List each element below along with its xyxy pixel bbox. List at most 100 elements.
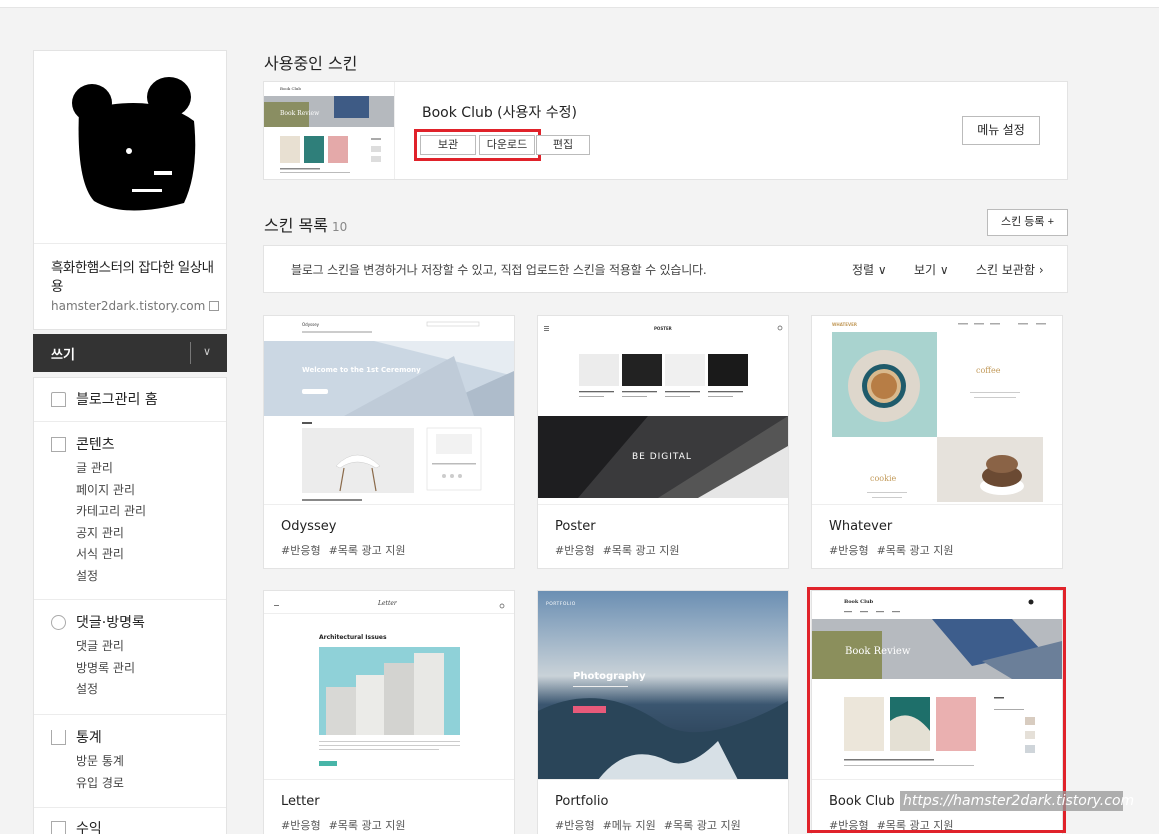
poster-hero: BE DIGITAL <box>632 452 692 462</box>
sidebar-item-categories[interactable]: 카테고리 관리 <box>34 501 226 523</box>
sidebar-item-pages[interactable]: 페이지 관리 <box>34 480 226 502</box>
speech-bubble-icon <box>51 615 66 630</box>
skin-tag: #목록 광고 지원 <box>663 819 741 832</box>
skin-name: Letter <box>281 794 320 809</box>
sidebar-section-contents: 콘텐츠 글 관리 페이지 관리 카테고리 관리 공지 관리 서식 관리 설정 <box>34 422 226 600</box>
sidebar-home-section: 블로그관리 홈 <box>34 378 226 422</box>
skin-card-portfolio[interactable]: PORTFOLIO Photography Portfolio #반응형 #메뉴 … <box>537 590 789 834</box>
skin-list-heading: 스킨 목록 10 <box>264 212 347 236</box>
skin-tag: #목록 광고 지원 <box>876 544 954 557</box>
sidebar-item-revenue[interactable]: 수익 <box>34 816 226 834</box>
avatar[interactable] <box>34 51 226 244</box>
external-link-icon <box>209 301 220 311</box>
skin-tag: #반응형 <box>555 544 595 557</box>
download-button[interactable]: 다운로드 <box>479 135 535 155</box>
thumb-book-review: Book Review <box>280 110 320 117</box>
sort-dropdown[interactable]: 정렬 ∨ <box>852 261 887 278</box>
sidebar-item-home[interactable]: 블로그관리 홈 <box>34 387 226 413</box>
sidebar-item-visit-stats[interactable]: 방문 통계 <box>34 751 226 773</box>
whatever-cookie: cookie <box>870 474 897 483</box>
skin-name: Odyssey <box>281 519 337 534</box>
thumb-brand: Book Club <box>280 86 301 91</box>
skin-name: Portfolio <box>555 794 609 809</box>
current-skin-thumbnail: Book Club Book Review <box>264 82 395 179</box>
skin-tag: #반응형 <box>281 544 321 557</box>
sidebar-section-comments: 댓글·방명록 댓글 관리 방명록 관리 설정 <box>34 600 226 715</box>
skin-description: 블로그 스킨을 변경하거나 저장할 수 있고, 직접 업로드한 스킨을 적용할 … <box>291 263 707 277</box>
skin-card-odyssey[interactable]: Odyssey Welcome to the 1st Ceremony Odys… <box>263 315 515 569</box>
profile-card: 흑화한햄스터의 잡다한 일상내용 hamster2dark.tistory.co… <box>33 50 227 330</box>
view-dropdown[interactable]: 보기 ∨ <box>914 261 949 278</box>
sidebar-item-referrers[interactable]: 유입 경로 <box>34 773 226 795</box>
wallet-icon <box>51 821 66 834</box>
portfolio-hero: Photography <box>573 671 646 682</box>
highlight-box: 보관 다운로드 <box>414 129 541 161</box>
sidebar-item-contents-settings[interactable]: 설정 <box>34 566 226 588</box>
sidebar-section-stats: 통계 방문 통계 유입 경로 <box>34 715 226 808</box>
sidebar-item-label: 블로그관리 홈 <box>76 392 158 408</box>
current-skin-panel: Book Club Book Review Book Club (사용자 수정)… <box>263 81 1068 180</box>
portfolio-brand: PORTFOLIO <box>546 601 576 607</box>
blog-url-text[interactable]: hamster2dark.tistory.com <box>51 299 205 313</box>
write-button[interactable]: 쓰기 ∨ <box>33 334 227 372</box>
sidebar-section-title: 수익 <box>76 821 102 834</box>
sidebar-section-title: 통계 <box>76 730 102 746</box>
skin-tags: #반응형 #목록 광고 지원 <box>281 817 414 833</box>
skin-tag: #반응형 <box>555 819 595 832</box>
skin-list-heading-text: 스킨 목록 <box>264 216 328 235</box>
skin-info-bar: 블로그 스킨을 변경하거나 저장할 수 있고, 직접 업로드한 스킨을 적용할 … <box>263 245 1068 293</box>
skin-preview[interactable]: Odyssey Welcome to the 1st Ceremony <box>264 316 514 505</box>
menu-settings-button[interactable]: 메뉴 설정 <box>962 116 1040 145</box>
sidebar-item-comments-settings[interactable]: 설정 <box>34 679 226 701</box>
letter-post: Architectural Issues <box>319 634 387 641</box>
skin-tags: #반응형 #목록 광고 지원 <box>555 542 688 558</box>
skin-card-whatever[interactable]: WHATEVER coffee cookie Whatever #반응형 #목록 … <box>811 315 1063 569</box>
skin-storage-link[interactable]: 스킨 보관함 › <box>976 261 1044 278</box>
skin-preview[interactable]: WHATEVER coffee cookie <box>812 316 1062 505</box>
skin-card-poster[interactable]: POSTER BE DIGITAL Poster #반응형 #목록 광고 지원 <box>537 315 789 569</box>
skin-name: Poster <box>555 519 596 534</box>
home-icon <box>51 392 66 407</box>
sidebar-item-guestbook-manage[interactable]: 방명록 관리 <box>34 658 226 680</box>
edit-button[interactable]: 편집 <box>536 135 590 155</box>
whatever-brand: WHATEVER <box>832 322 857 327</box>
register-skin-button[interactable]: 스킨 등록 + <box>987 209 1068 236</box>
whatever-coffee: coffee <box>976 366 1001 375</box>
skin-tags: #반응형 #메뉴 지원 #목록 광고 지원 <box>555 817 749 833</box>
skin-tag: #메뉴 지원 <box>602 819 656 832</box>
current-skin-name: Book Club (사용자 수정) <box>422 105 577 121</box>
write-divider <box>190 342 191 364</box>
sidebar-item-comments[interactable]: 댓글·방명록 <box>34 610 226 636</box>
sidebar-item-notices[interactable]: 공지 관리 <box>34 523 226 545</box>
sidebar-item-contents[interactable]: 콘텐츠 <box>34 432 226 458</box>
skin-tag: #목록 광고 지원 <box>328 544 406 557</box>
current-skin-heading: 사용중인 스킨 <box>264 54 358 73</box>
write-label: 쓰기 <box>51 348 75 363</box>
skin-tag: #반응형 <box>281 819 321 832</box>
odyssey-brand: Odyssey <box>302 322 320 327</box>
document-icon <box>51 437 66 452</box>
poster-brand: POSTER <box>654 326 672 331</box>
skin-tags: #반응형 #목록 광고 지원 <box>829 542 962 558</box>
blog-title[interactable]: 흑화한햄스터의 잡다한 일상내용 <box>51 259 216 297</box>
skin-tag: #목록 광고 지원 <box>602 544 680 557</box>
sidebar-item-stats[interactable]: 통계 <box>34 725 226 751</box>
blog-url[interactable]: hamster2dark.tistory.com <box>51 299 220 313</box>
chevron-down-icon[interactable]: ∨ <box>203 345 211 358</box>
skin-tag: #반응형 <box>829 544 869 557</box>
letter-brand: Letter <box>377 600 398 607</box>
odyssey-hero: Welcome to the 1st Ceremony <box>302 366 421 374</box>
top-bar <box>0 0 1159 8</box>
save-button[interactable]: 보관 <box>420 135 476 155</box>
skin-preview[interactable]: POSTER BE DIGITAL <box>538 316 788 505</box>
sidebar-section-title: 콘텐츠 <box>76 437 115 453</box>
sidebar-item-templates[interactable]: 서식 관리 <box>34 544 226 566</box>
watermark: https://hamster2dark.tistory.com <box>900 791 1134 811</box>
skin-preview[interactable]: PORTFOLIO Photography <box>538 591 788 780</box>
sidebar-section-revenue: 수익 <box>34 808 226 834</box>
sidebar-item-comment-manage[interactable]: 댓글 관리 <box>34 636 226 658</box>
skin-preview[interactable]: Letter Architectural Issues <box>264 591 514 780</box>
sidebar-item-posts[interactable]: 글 관리 <box>34 458 226 480</box>
sidebar-menu: 블로그관리 홈 콘텐츠 글 관리 페이지 관리 카테고리 관리 공지 관리 서식… <box>33 377 227 834</box>
skin-card-letter[interactable]: Letter Architectural Issues Letter #반응형 #… <box>263 590 515 834</box>
